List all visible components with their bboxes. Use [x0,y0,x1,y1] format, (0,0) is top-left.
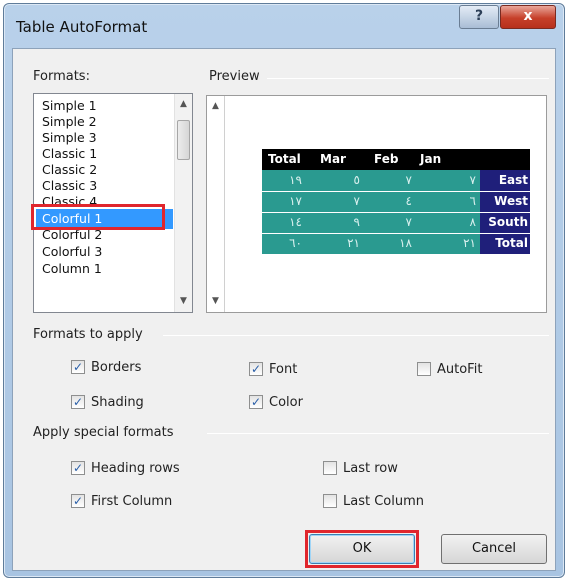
preview-pane: ▲ ▼ Total Mar Feb Jan ١٩ ٥ ٧ ٧ East ١٧ ٧… [206,95,547,313]
preview-cell: ٩ [353,215,360,229]
color-label: Color [269,395,303,410]
preview-label: Preview [209,69,260,84]
preview-col-mar: Mar [320,152,346,166]
preview-cell: ٧ [469,173,476,187]
preview-scrollbar[interactable]: ▲ ▼ [207,96,225,312]
preview-rule [267,78,549,79]
preview-cell: ٨ [469,215,476,229]
format-item-simple-2[interactable]: Simple 2 [36,114,173,130]
autofit-checkbox[interactable] [417,362,431,376]
formats-scrollbar[interactable]: ▲ ▼ [174,94,192,312]
preview-cell: ٥ [353,173,360,187]
preview-col-feb: Feb [374,152,399,166]
heading-rows-label: Heading rows [91,461,180,476]
preview-row-label: South [488,215,528,229]
preview-cell: ١٩ [289,173,302,187]
dialog-title: Table AutoFormat [16,18,148,36]
borders-label: Borders [91,360,142,375]
preview-row-label: Total [495,236,528,250]
cancel-button[interactable]: Cancel [441,534,547,564]
heading-rows-checkbox[interactable]: ✓ [71,461,85,475]
shading-label: Shading [91,395,144,410]
formats-to-apply-label: Formats to apply [33,327,143,342]
format-item-classic-3[interactable]: Classic 3 [36,178,173,194]
font-label: Font [269,362,298,377]
special-formats-rule [207,433,549,434]
scroll-thumb[interactable] [177,120,190,160]
format-item-simple-1[interactable]: Simple 1 [36,98,173,114]
formats-listbox[interactable]: Simple 1 Simple 2 Simple 3 Classic 1 Cla… [33,93,193,313]
highlight-selected-format [31,204,165,230]
preview-scroll-down-icon[interactable]: ▼ [207,293,224,310]
preview-cell: ١٤ [289,215,302,229]
dialog-body: Formats: Simple 1 Simple 2 Simple 3 Clas… [12,48,556,571]
autofit-label: AutoFit [437,362,483,377]
format-item-column-1[interactable]: Column 1 [36,261,173,277]
dialog-window: Table AutoFormat ? x Formats: Simple 1 S… [3,3,565,578]
formats-label: Formats: [33,69,90,84]
last-column-checkbox[interactable] [323,494,337,508]
preview-table: Total Mar Feb Jan ١٩ ٥ ٧ ٧ East ١٧ ٧ ٤ ٦… [262,149,530,254]
formats-to-apply-rule [163,335,549,336]
preview-row-label: East [498,173,528,187]
format-item-colorful-3[interactable]: Colorful 3 [36,244,173,260]
preview-cell: ١٧ [289,194,302,208]
last-row-label: Last row [343,461,398,476]
preview-cell: ٤ [405,194,412,208]
font-checkbox[interactable]: ✓ [249,362,263,376]
color-checkbox[interactable]: ✓ [249,395,263,409]
preview-cell: ٢١ [347,236,360,250]
special-formats-label: Apply special formats [33,425,174,440]
preview-cell: ١٨ [399,236,412,250]
preview-col-jan: Jan [420,152,442,166]
format-item-classic-1[interactable]: Classic 1 [36,146,173,162]
preview-cell: ٧ [405,173,412,187]
last-column-label: Last Column [343,494,424,509]
borders-checkbox[interactable]: ✓ [71,360,85,374]
preview-cell: ٦٠ [289,236,302,250]
format-item-colorful-2[interactable]: Colorful 2 [36,229,173,242]
preview-cell: ٦ [469,194,476,208]
preview-cell: ٧ [353,194,360,208]
preview-col-total: Total [268,152,301,166]
format-item-classic-2[interactable]: Classic 2 [36,162,173,178]
first-column-label: First Column [91,494,173,509]
preview-scroll-up-icon[interactable]: ▲ [207,98,224,115]
first-column-checkbox[interactable]: ✓ [71,494,85,508]
close-button[interactable]: x [500,5,556,29]
help-button[interactable]: ? [459,5,499,29]
last-row-checkbox[interactable] [323,461,337,475]
scroll-up-arrow-icon[interactable]: ▲ [175,96,192,113]
preview-row-label: West [494,194,528,208]
highlight-ok-button [305,530,419,568]
scroll-down-arrow-icon[interactable]: ▼ [175,293,192,310]
preview-cell: ٢١ [463,236,476,250]
title-bar[interactable]: Table AutoFormat ? x [4,4,564,48]
shading-checkbox[interactable]: ✓ [71,395,85,409]
format-item-simple-3[interactable]: Simple 3 [36,130,173,146]
preview-cell: ٧ [405,215,412,229]
